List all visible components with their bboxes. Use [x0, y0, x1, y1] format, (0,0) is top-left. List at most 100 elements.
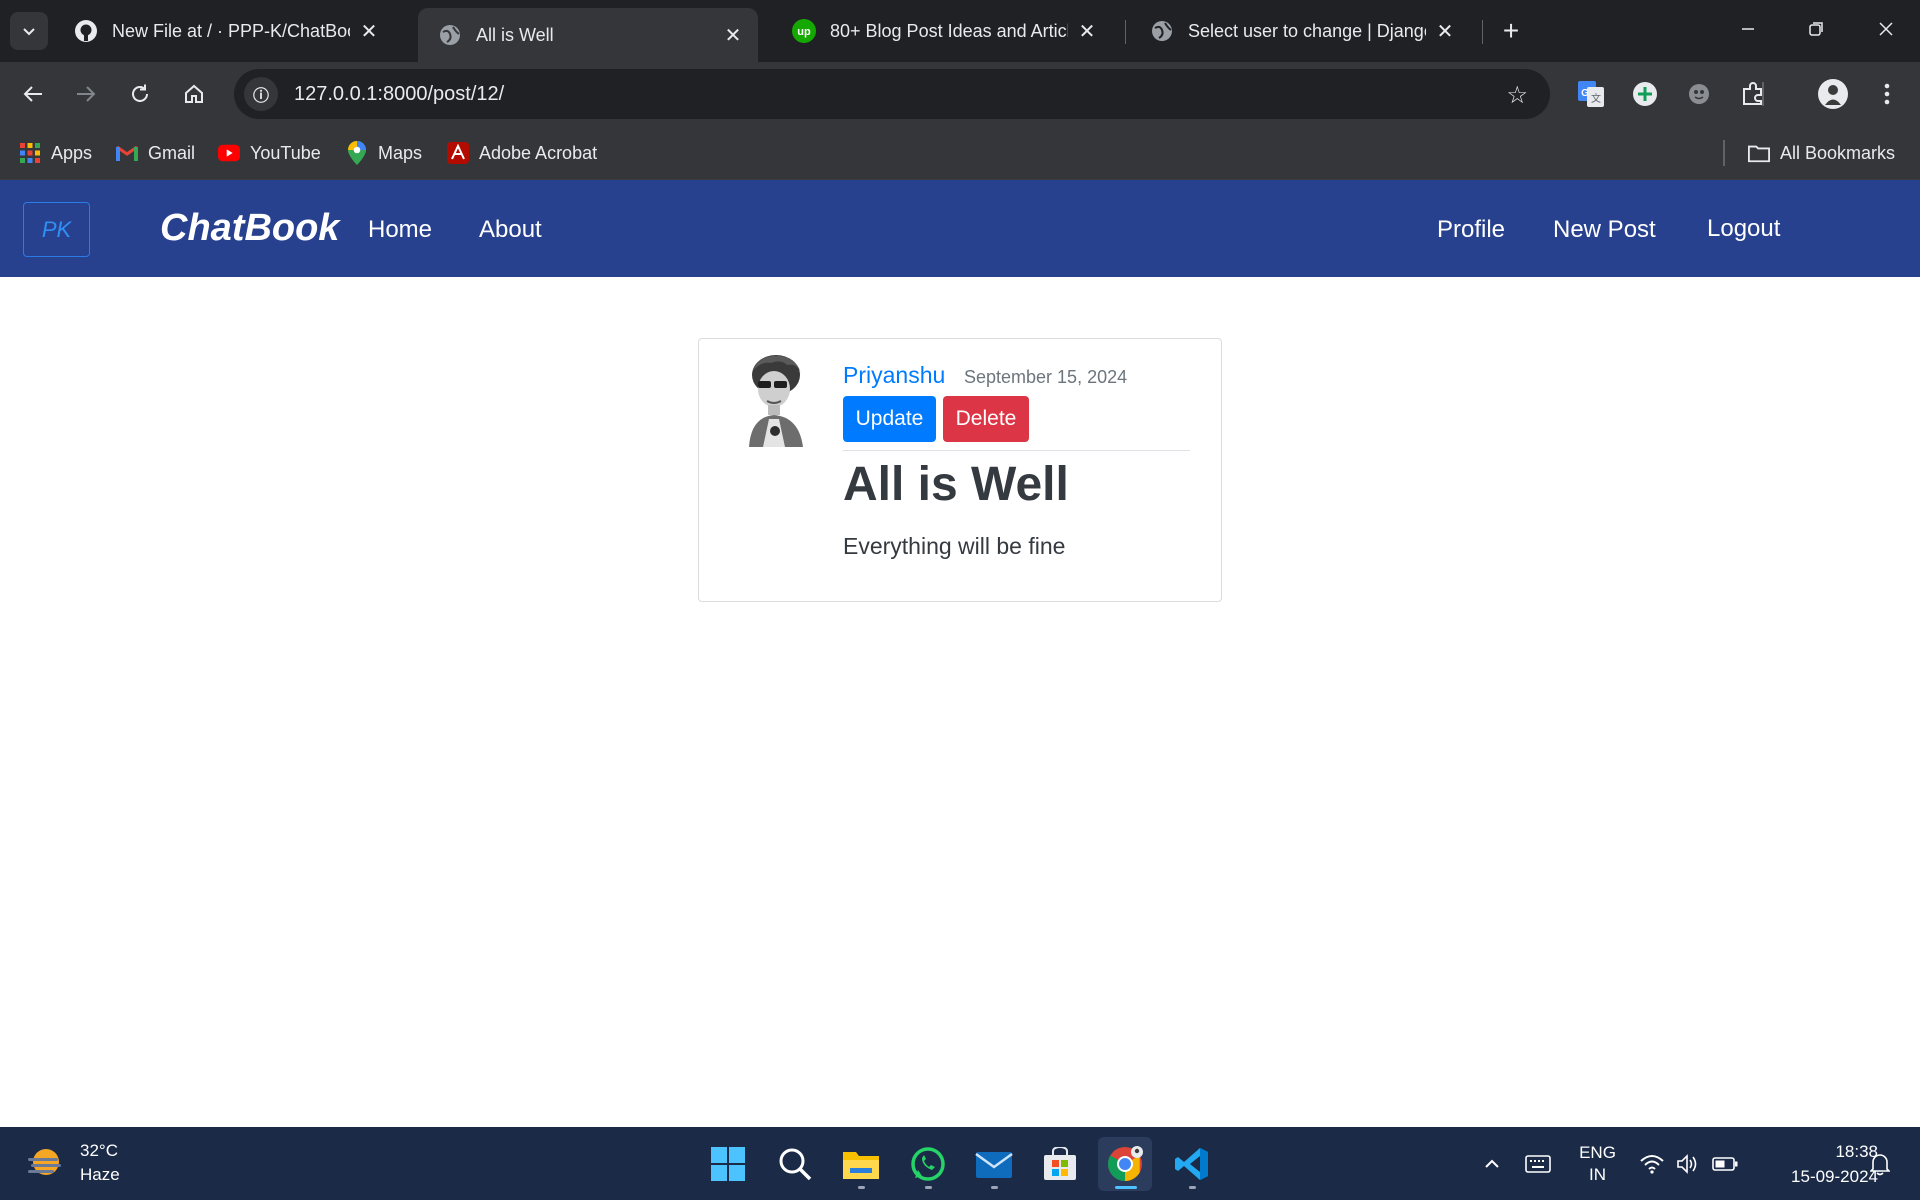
- clock-date: 15-09-2024: [1791, 1167, 1878, 1186]
- upwork-icon: up: [792, 19, 816, 43]
- globe-icon: [438, 23, 462, 47]
- volume-icon[interactable]: [1674, 1127, 1702, 1200]
- extension-shield-icon[interactable]: [1681, 76, 1717, 112]
- vscode-icon[interactable]: [1165, 1137, 1219, 1191]
- post-title: All is Well: [843, 458, 1069, 511]
- bookmark-apps[interactable]: Apps: [19, 139, 92, 167]
- site-info-icon[interactable]: ⓘ: [244, 77, 278, 111]
- globe-icon: [1150, 19, 1174, 43]
- profile-avatar[interactable]: [1815, 76, 1851, 112]
- browser-toolbar: ⓘ 127.0.0.1:8000/post/12/ ☆ G文: [0, 62, 1920, 126]
- brand-name[interactable]: ChatBook: [160, 207, 339, 250]
- extensions-puzzle-icon[interactable]: [1735, 76, 1771, 112]
- wifi-icon[interactable]: [1638, 1127, 1666, 1200]
- all-bookmarks[interactable]: All Bookmarks: [1748, 139, 1895, 167]
- home-button[interactable]: [174, 74, 214, 114]
- restore-button[interactable]: [1782, 0, 1850, 58]
- whatsapp-icon[interactable]: [901, 1137, 955, 1191]
- svg-text:G: G: [1581, 88, 1589, 99]
- tab-upwork[interactable]: up 80+ Blog Post Ideas and Article ✕: [772, 8, 1112, 54]
- keyboard-icon[interactable]: [1523, 1127, 1553, 1200]
- back-button[interactable]: [13, 74, 53, 114]
- url-text[interactable]: 127.0.0.1:8000/post/12/: [294, 83, 504, 106]
- windows-taskbar: 32°C Haze ENG IN 18:38 15-09-2024: [0, 1127, 1920, 1200]
- windows-start-icon[interactable]: [701, 1137, 755, 1191]
- tab-all-is-well[interactable]: All is Well ✕: [418, 8, 758, 62]
- svg-text:up: up: [797, 26, 811, 38]
- bookmark-label: Gmail: [148, 142, 196, 163]
- tab-title: All is Well: [476, 24, 554, 45]
- svg-text:文: 文: [1591, 92, 1601, 105]
- minimize-icon: [1742, 28, 1754, 30]
- post-author-link[interactable]: Priyanshu: [843, 362, 945, 389]
- battery-icon[interactable]: [1710, 1127, 1740, 1200]
- language-region: IN: [1589, 1164, 1606, 1184]
- new-tab-button[interactable]: +: [1494, 14, 1528, 48]
- search-icon[interactable]: [768, 1137, 822, 1191]
- close-icon[interactable]: ✕: [1434, 20, 1456, 43]
- home-icon: [185, 84, 203, 103]
- show-hidden-icons-chevron-icon[interactable]: [1477, 1127, 1507, 1200]
- tab-search-button[interactable]: [10, 12, 48, 50]
- arrow-left-icon: [23, 86, 42, 102]
- close-window-button[interactable]: [1852, 0, 1920, 58]
- all-bookmarks-label: All Bookmarks: [1780, 142, 1896, 163]
- nav-home[interactable]: Home: [368, 216, 432, 244]
- gmail-icon: [116, 142, 138, 164]
- github-icon: [74, 19, 98, 43]
- reload-button[interactable]: [120, 74, 160, 114]
- post-content: Everything will be fine: [843, 533, 1066, 559]
- close-icon[interactable]: ✕: [722, 24, 744, 47]
- tab-django[interactable]: Select user to change | Django s ✕: [1130, 8, 1470, 54]
- maps-icon: [346, 141, 368, 165]
- tab-title: New File at / · PPP-K/ChatBook: [112, 20, 350, 41]
- tab-github[interactable]: New File at / · PPP-K/ChatBook ✕: [54, 8, 394, 54]
- update-button[interactable]: Update: [843, 396, 936, 442]
- system-clock[interactable]: 18:38 15-09-2024: [1752, 1139, 1878, 1189]
- clock-time: 18:38: [1835, 1142, 1878, 1161]
- restore-icon: [1809, 22, 1823, 36]
- bookmark-adobe-acrobat[interactable]: Adobe Acrobat: [447, 139, 597, 167]
- close-icon[interactable]: ✕: [1076, 20, 1098, 43]
- language-indicator[interactable]: ENG IN: [1570, 1127, 1625, 1200]
- delete-button[interactable]: Delete: [943, 396, 1029, 442]
- notification-bell-icon[interactable]: [1864, 1127, 1896, 1200]
- tab-title: Select user to change | Django s: [1188, 20, 1426, 41]
- nav-about[interactable]: About: [479, 216, 542, 244]
- forward-button[interactable]: [66, 74, 106, 114]
- bookmark-youtube[interactable]: YouTube: [218, 139, 321, 167]
- weather-desc: Haze: [80, 1165, 120, 1184]
- toolbar-separator: [1762, 82, 1764, 106]
- file-explorer-icon[interactable]: [834, 1137, 888, 1191]
- bookmark-gmail[interactable]: Gmail: [116, 139, 195, 167]
- nav-profile[interactable]: Profile: [1437, 216, 1505, 244]
- bookmarks-separator: [1723, 140, 1725, 166]
- chrome-menu-icon[interactable]: [1869, 76, 1905, 112]
- tab-separator: [1125, 20, 1126, 44]
- mail-icon[interactable]: [967, 1137, 1021, 1191]
- minimize-button[interactable]: [1714, 0, 1782, 58]
- apps-grid-icon: [19, 142, 41, 164]
- nav-new-post[interactable]: New Post: [1553, 216, 1656, 244]
- close-icon: [1879, 22, 1893, 36]
- chrome-icon[interactable]: [1098, 1137, 1152, 1191]
- microsoft-store-icon[interactable]: [1033, 1137, 1087, 1191]
- site-logo[interactable]: PK: [23, 202, 90, 257]
- post-card: Priyanshu September 15, 2024 Update Dele…: [698, 338, 1222, 602]
- weather-widget[interactable]: 32°C Haze: [26, 1139, 120, 1187]
- site-navbar: PK ChatBook Home About Profile New Post …: [0, 180, 1920, 277]
- close-icon[interactable]: ✕: [358, 20, 380, 43]
- haze-weather-icon: [28, 1149, 61, 1175]
- nav-logout[interactable]: Logout: [1707, 215, 1780, 243]
- google-translate-icon[interactable]: G文: [1573, 76, 1609, 112]
- bookmark-maps[interactable]: Maps: [346, 139, 422, 167]
- acrobat-icon: [447, 142, 469, 164]
- add-extension-icon[interactable]: [1627, 76, 1663, 112]
- running-indicator: [925, 1186, 932, 1189]
- weather-temp: 32°C: [80, 1141, 118, 1160]
- language-code: ENG: [1579, 1142, 1616, 1162]
- address-bar[interactable]: ⓘ 127.0.0.1:8000/post/12/ ☆: [234, 69, 1550, 119]
- bookmark-star-icon[interactable]: ☆: [1506, 81, 1528, 110]
- tab-title: 80+ Blog Post Ideas and Article: [830, 20, 1068, 41]
- bookmark-label: YouTube: [250, 142, 321, 163]
